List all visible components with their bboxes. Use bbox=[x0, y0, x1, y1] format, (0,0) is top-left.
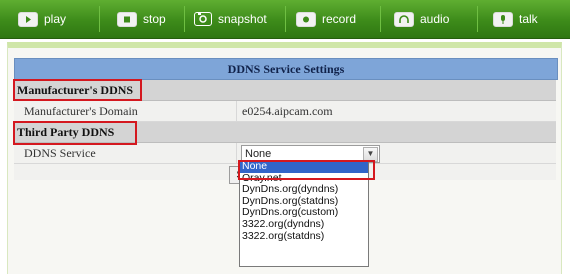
ddns-service-label: DDNS Service bbox=[24, 146, 96, 160]
stop-icon bbox=[117, 11, 137, 27]
audio-button[interactable]: audio bbox=[394, 0, 449, 38]
snapshot-button[interactable]: snapshot bbox=[194, 0, 267, 38]
headphones-icon bbox=[394, 11, 414, 27]
record-icon bbox=[296, 11, 316, 27]
camera-icon bbox=[194, 12, 212, 26]
ddns-service-select-value: None bbox=[245, 148, 272, 160]
play-label: play bbox=[44, 12, 67, 26]
stop-button[interactable]: stop bbox=[117, 0, 166, 38]
manufacturer-domain-row: Manufacturer's Domain e0254.aipcam.com bbox=[14, 101, 556, 122]
dropdown-option[interactable]: 3322.org(statdns) bbox=[240, 230, 368, 243]
play-icon bbox=[18, 11, 38, 27]
manufacturer-domain-value: e0254.aipcam.com bbox=[242, 104, 333, 118]
play-button[interactable]: play bbox=[18, 0, 66, 38]
record-button[interactable]: record bbox=[296, 0, 356, 38]
none-option-highlight bbox=[238, 160, 375, 180]
microphone-icon bbox=[493, 11, 513, 27]
toolbar: play stop snapshot record audio talk bbox=[0, 0, 570, 39]
snapshot-label: snapshot bbox=[218, 12, 267, 26]
dropdown-option[interactable]: 3322.org(dyndns) bbox=[240, 218, 368, 231]
manufacturer-ddns-highlight bbox=[13, 79, 142, 101]
talk-label: talk bbox=[519, 12, 538, 26]
third-party-ddns-highlight bbox=[13, 121, 137, 145]
panel-title: DDNS Service Settings bbox=[14, 58, 558, 80]
audio-label: audio bbox=[420, 12, 450, 26]
talk-button[interactable]: talk bbox=[493, 0, 538, 38]
manufacturer-domain-label: Manufacturer's Domain bbox=[24, 104, 138, 118]
record-label: record bbox=[322, 12, 357, 26]
stop-label: stop bbox=[143, 12, 166, 26]
